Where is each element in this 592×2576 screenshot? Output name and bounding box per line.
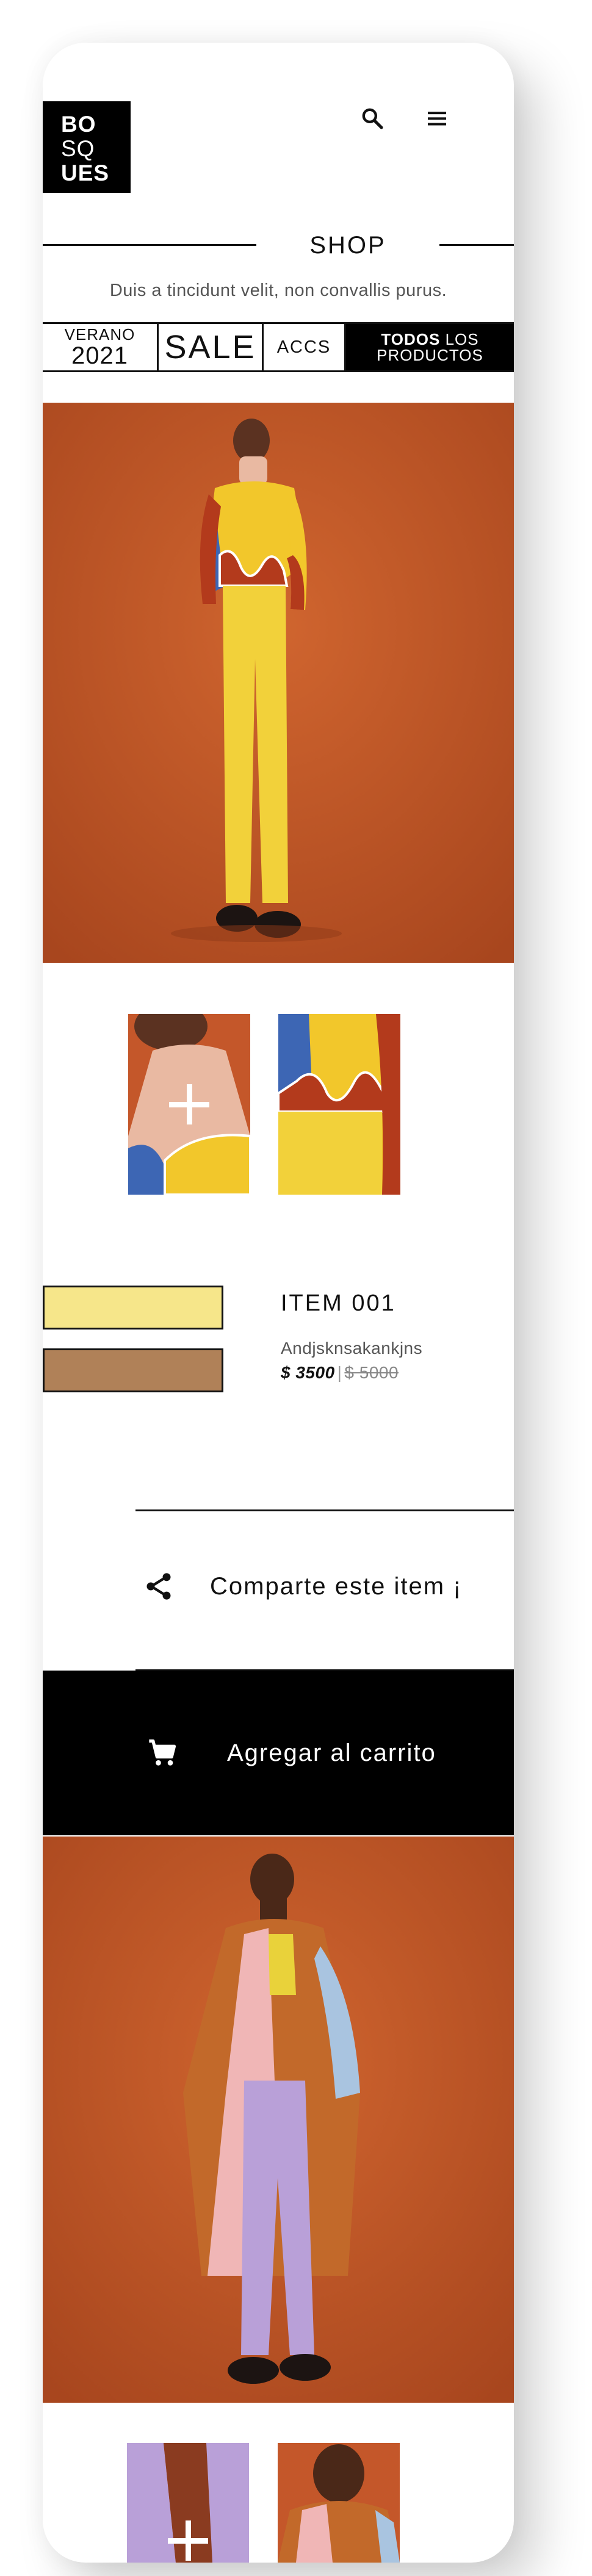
color-swatch-yellow[interactable] <box>43 1286 223 1329</box>
product-thumbnail-3[interactable] <box>127 2443 249 2563</box>
category-verano-year: 2021 <box>71 342 128 369</box>
menu-button[interactable] <box>420 101 454 135</box>
product-thumbnail-1[interactable] <box>128 1014 250 1195</box>
product-thumbnail-4[interactable] <box>278 2443 400 2563</box>
thumbnail-photo-4 <box>278 2443 400 2563</box>
share-divider-top <box>135 1509 514 1511</box>
category-verano-label: VERANO <box>64 325 135 344</box>
product-image-main[interactable] <box>43 403 514 963</box>
phone-frame: BO SQ UES SHOP Duis a tincidunt velit, n… <box>43 43 514 2563</box>
old-price: $ 5000 <box>344 1363 399 1382</box>
share-label: Comparte este item ¡ <box>210 1572 463 1600</box>
logo-line-2: SQ <box>61 136 95 161</box>
item-subtitle: Andjsknsakankjns <box>281 1339 423 1358</box>
add-to-cart-button[interactable]: Agregar al carrito <box>43 1671 514 1835</box>
category-accs[interactable]: ACCS <box>264 324 346 370</box>
brand-logo[interactable]: BO SQ UES <box>43 101 131 193</box>
category-verano-2021[interactable]: VERANO 2021 <box>43 324 159 370</box>
search-button[interactable] <box>355 101 389 135</box>
category-todos-line-1: TODOS LOS <box>381 331 478 347</box>
logo-line-1: BO <box>61 112 96 137</box>
menu-icon <box>428 112 446 126</box>
add-to-cart-label: Agregar al carrito <box>227 1739 436 1766</box>
category-bar: VERANO 2021 SALE ACCS TODOS LOS PRODUCTO… <box>43 322 514 372</box>
shop-subtitle: Duis a tincidunt velit, non convallis pu… <box>109 281 447 300</box>
item-title: ITEM 001 <box>281 1290 396 1316</box>
color-swatch-tan[interactable] <box>43 1348 223 1392</box>
search-icon <box>362 108 383 129</box>
share-item-button[interactable]: Comparte este item ¡ <box>135 1562 462 1611</box>
category-todos-los-productos[interactable]: TODOS LOS PRODUCTOS <box>346 324 514 370</box>
product-photo-1 <box>43 403 514 963</box>
category-todos-line-2: PRODUCTOS <box>377 346 483 364</box>
product-image-secondary[interactable] <box>43 1837 514 2403</box>
divider-left <box>43 244 256 246</box>
divider-right <box>439 244 514 246</box>
category-sale[interactable]: SALE <box>159 324 264 370</box>
shop-heading: SHOP <box>43 229 514 260</box>
shopping-cart-icon <box>149 1739 176 1766</box>
logo-line-3: UES <box>61 160 110 185</box>
price-separator: | <box>337 1363 342 1382</box>
thumbnail-photo-2 <box>278 1014 400 1195</box>
plus-icon <box>168 2520 208 2561</box>
product-thumbnail-2[interactable] <box>278 1014 400 1195</box>
current-price: $ 3500 <box>281 1363 335 1382</box>
product-photo-2 <box>43 1837 514 2403</box>
shop-title: SHOP <box>309 232 386 259</box>
item-price: $ 3500 | $ 5000 <box>281 1363 399 1383</box>
plus-icon <box>169 1084 209 1124</box>
share-icon <box>146 1573 171 1600</box>
